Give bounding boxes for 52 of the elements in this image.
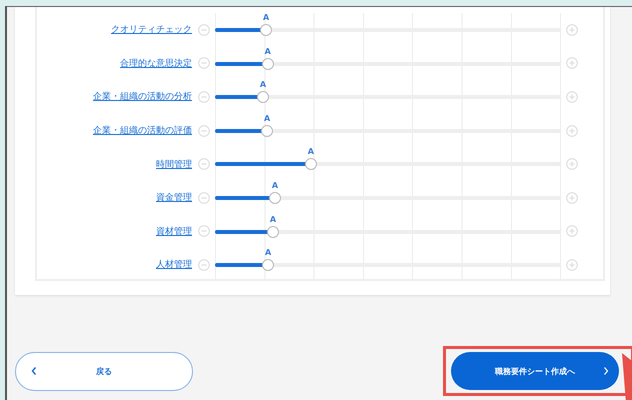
plus-icon[interactable] (566, 24, 578, 36)
grade-label: A (272, 180, 278, 190)
skill-slider[interactable]: A (215, 80, 561, 114)
plus-icon[interactable] (566, 57, 578, 70)
skill-link[interactable]: 資材管理 (37, 224, 192, 238)
slider-thumb[interactable] (261, 124, 274, 137)
grade-label: A (264, 46, 271, 56)
chevron-right-icon (603, 366, 609, 376)
slider-thumb[interactable] (260, 24, 272, 36)
minus-icon[interactable] (198, 124, 210, 137)
grade-label: A (262, 13, 270, 22)
next-button[interactable]: 職務要件シート作成へ (451, 352, 619, 390)
skill-link[interactable]: 時間管理 (37, 158, 192, 171)
plus-icon[interactable] (566, 192, 578, 204)
minus-icon[interactable] (198, 57, 210, 70)
chevron-left-icon (31, 366, 37, 376)
plus-icon[interactable] (566, 225, 578, 238)
slider-thumb[interactable] (304, 158, 317, 170)
slider-thumb[interactable] (269, 192, 282, 204)
slider-thumb[interactable] (256, 91, 269, 104)
slider-thumb[interactable] (262, 259, 274, 272)
minus-icon[interactable] (198, 192, 210, 204)
minus-icon[interactable] (198, 158, 210, 170)
skill-slider[interactable]: A (215, 13, 561, 47)
grade-label: A (265, 248, 272, 258)
slider-thumb[interactable] (262, 58, 274, 70)
plus-icon[interactable] (566, 90, 578, 103)
skill-slider[interactable]: A (215, 147, 561, 181)
minus-icon[interactable] (198, 258, 210, 271)
minus-icon[interactable] (198, 225, 210, 238)
skill-slider[interactable]: A (215, 114, 561, 148)
grade-label: A (260, 80, 266, 90)
skill-slider[interactable]: A (215, 180, 561, 215)
skill-slider[interactable]: A (215, 248, 561, 279)
slider-thumb[interactable] (266, 226, 279, 238)
grade-label: A (308, 147, 314, 156)
grade-label: A (264, 114, 270, 123)
skill-link[interactable]: 人材管理 (37, 258, 192, 272)
minus-icon[interactable] (198, 90, 210, 103)
skill-link[interactable]: クオリティチェック (37, 23, 192, 36)
skill-link[interactable]: 資金管理 (37, 191, 192, 204)
skill-slider[interactable]: A (215, 46, 561, 80)
plus-icon[interactable] (566, 258, 578, 271)
skill-link[interactable]: 合理的な意思決定 (37, 56, 192, 70)
skill-link[interactable]: 企業・組織の活動の評価 (37, 124, 192, 138)
back-button[interactable]: 戻る (15, 352, 193, 390)
minus-icon[interactable] (198, 24, 210, 36)
plus-icon[interactable] (566, 124, 578, 137)
plus-icon[interactable] (566, 158, 578, 170)
grade-label: A (270, 214, 276, 224)
skill-link[interactable]: 企業・組織の活動の分析 (37, 90, 192, 104)
skill-slider[interactable]: A (215, 214, 561, 248)
